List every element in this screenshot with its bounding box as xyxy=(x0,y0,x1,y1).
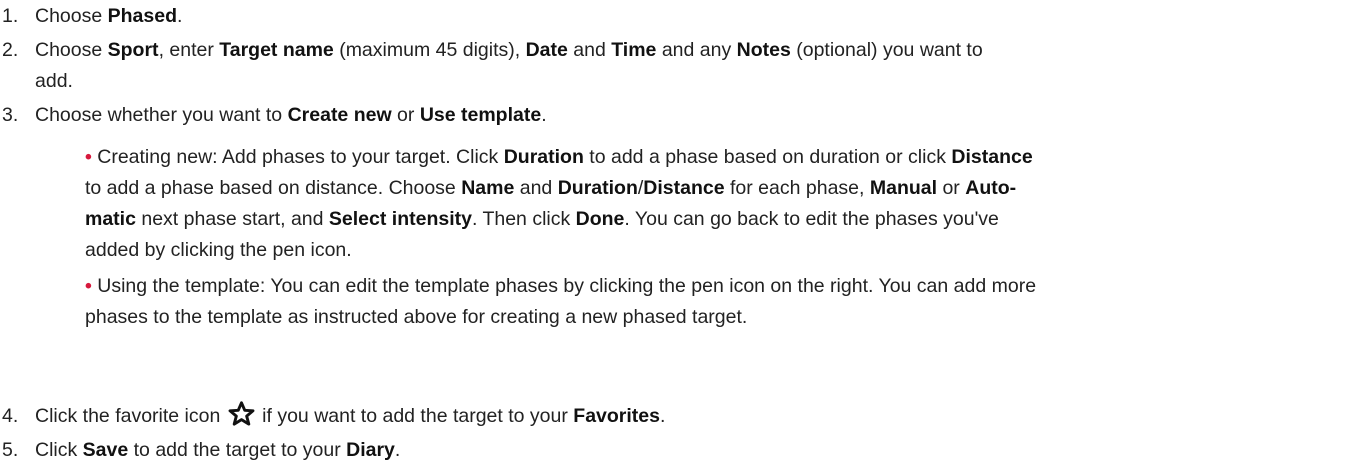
term-automatic-cont: matic xyxy=(85,208,136,230)
step-number: 3. xyxy=(2,104,19,126)
step-number: 5. xyxy=(2,439,19,461)
term-manual: Manual xyxy=(869,177,938,199)
step-number: 4. xyxy=(2,405,19,427)
bullet-dot: • xyxy=(85,146,92,168)
term-date: Date xyxy=(525,39,568,61)
term-done: Done xyxy=(575,208,625,230)
star-outline-icon xyxy=(228,401,255,436)
term-target-name: Target name xyxy=(219,39,334,61)
term-duration: Duration xyxy=(503,146,584,168)
term-duration: Duration xyxy=(557,177,638,199)
step-text: Choose Phased. xyxy=(35,5,183,27)
term-phased: Phased xyxy=(107,5,178,27)
term-select-intensity: Select intensity xyxy=(328,208,472,230)
step-text: Choose whether you want to Create new or… xyxy=(35,104,547,126)
term-favorites: Favorites xyxy=(573,405,660,427)
term-use-template: Use template xyxy=(419,104,542,126)
term-automatic: Auto- xyxy=(965,177,1017,199)
term-distance: Distance xyxy=(951,146,1033,168)
term-name: Name xyxy=(461,177,515,199)
term-diary: Diary xyxy=(346,439,395,461)
term-sport: Sport xyxy=(107,39,159,61)
step-number: 2. xyxy=(2,39,19,61)
term-notes: Notes xyxy=(736,39,791,61)
instructions: 1. Choose Phased. 2. Choose Sport, enter… xyxy=(0,0,1362,472)
step-text: Click Save to add the target to your Dia… xyxy=(35,439,401,461)
bullet-using-template: • Using the template: You can edit the t… xyxy=(85,275,1037,328)
step-number: 1. xyxy=(2,5,19,27)
bullet-dot: • xyxy=(85,275,92,297)
term-save: Save xyxy=(82,439,129,461)
step-text: Click the favorite icon if you want to a… xyxy=(35,401,1325,436)
step-text: Choose Sport, enter Target name (maximum… xyxy=(35,39,983,92)
term-time: Time xyxy=(611,39,657,61)
term-distance: Distance xyxy=(643,177,725,199)
term-create-new: Create new xyxy=(287,104,392,126)
bullet-creating-new: • Creating new: Add phases to your targe… xyxy=(85,146,1033,261)
